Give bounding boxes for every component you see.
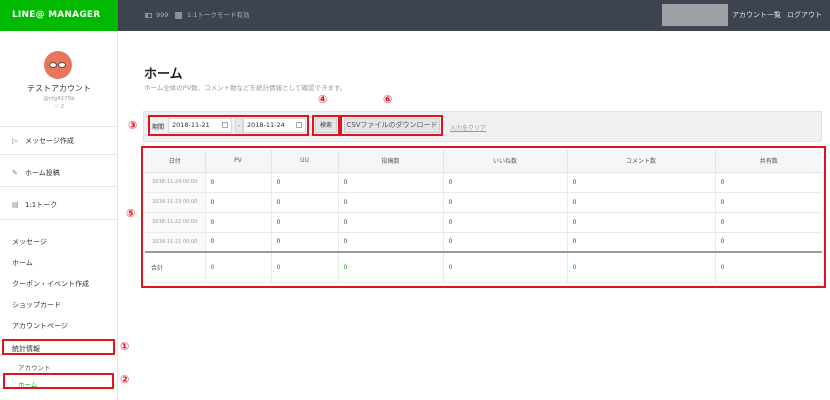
- account-placeholder-block: [662, 4, 728, 26]
- annotation-number-1: ①: [120, 340, 130, 353]
- annotation-number-4: ④: [318, 93, 328, 106]
- sidebar-item-shop-card[interactable]: ショップカード: [12, 300, 61, 310]
- annotation-number-3: ③: [128, 119, 138, 132]
- friend-count-value: 999: [156, 11, 169, 19]
- annotation-box-home: [3, 373, 114, 389]
- top-navigation-bar: LINE@ MANAGER 999 1:1トークモード有効 アカウント一覧 ログ…: [0, 0, 830, 31]
- annotation-box-search: [312, 115, 340, 136]
- page-title: ホーム: [144, 67, 183, 82]
- edit-icon: ✎: [12, 169, 18, 177]
- speaker-icon: [145, 12, 152, 18]
- annotation-box-table: [141, 146, 826, 288]
- app-logo[interactable]: LINE@ MANAGER: [0, 0, 118, 31]
- avatar-eye-icon: [58, 62, 66, 68]
- checkbox-icon: [175, 11, 182, 19]
- sidebar-item-account-page[interactable]: アカウントページ: [12, 321, 68, 331]
- sidebar-subitem-account[interactable]: アカウント: [18, 362, 51, 372]
- avatar-eye-icon: [49, 62, 57, 68]
- sidebar-item-create-message[interactable]: ▷ メッセージ作成: [12, 136, 74, 146]
- account-count: ♡ 2: [53, 104, 65, 110]
- sidebar-item-label: ホーム投稿: [25, 169, 60, 177]
- annotation-number-6: ⑥: [383, 93, 393, 106]
- annotation-box-csv: [340, 115, 443, 136]
- avatar[interactable]: [44, 51, 72, 79]
- divider: [0, 126, 117, 127]
- sidebar-item-label: メッセージ作成: [25, 137, 74, 145]
- annotation-number-2: ②: [120, 373, 130, 386]
- sidebar-item-one-to-one-talk[interactable]: ▤ 1:1トーク: [12, 200, 57, 210]
- sidebar-item-home-post[interactable]: ✎ ホーム投稿: [12, 168, 60, 178]
- divider: [0, 219, 117, 220]
- friend-count: 999: [145, 0, 168, 31]
- talk-mode-label: 1:1トークモード有効: [187, 11, 250, 19]
- megaphone-icon: ▷: [12, 137, 18, 145]
- divider: [0, 186, 117, 187]
- annotation-box-period: [148, 115, 309, 136]
- talk-mode-status[interactable]: 1:1トークモード有効: [175, 0, 249, 31]
- account-list-link[interactable]: アカウント一覧: [732, 0, 781, 31]
- annotation-number-5: ⑤: [126, 207, 136, 220]
- sidebar-item-coupon-event[interactable]: クーポン・イベント作成: [12, 279, 89, 289]
- sidebar-item-home[interactable]: ホーム: [12, 258, 33, 268]
- account-name: テストアカウント: [27, 84, 91, 93]
- logout-link[interactable]: ログアウト: [787, 0, 822, 31]
- chat-icon: ▤: [12, 201, 19, 209]
- sidebar-item-message[interactable]: メッセージ: [12, 237, 47, 247]
- sidebar-item-label: 1:1トーク: [25, 201, 58, 209]
- divider: [0, 154, 117, 155]
- clear-input-link[interactable]: 入力をクリア: [450, 123, 486, 132]
- account-id: @cfg4175b: [43, 96, 75, 102]
- account-count-value: 2: [60, 104, 65, 110]
- annotation-box-statistics: [2, 339, 115, 355]
- page-description: ホーム全体のPV数、コメント数などを統計情報として確認できます。: [144, 84, 347, 92]
